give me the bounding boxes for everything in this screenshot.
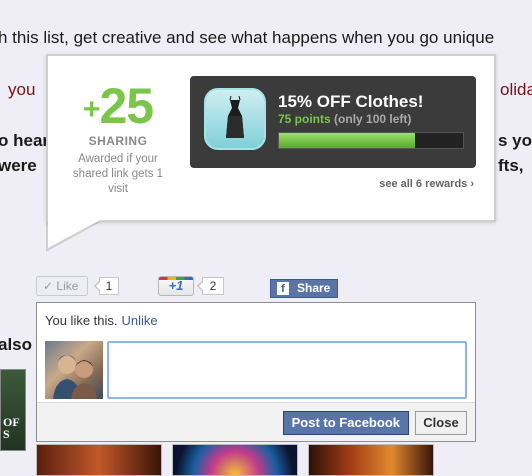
plusone-label: +1 — [168, 278, 184, 293]
points-category: SHARING — [88, 134, 148, 148]
reward-cost: 75 points (only 100 left) — [278, 112, 412, 126]
post-to-facebook-button[interactable]: Post to Facebook — [282, 411, 409, 435]
plusone-count: 2 — [197, 277, 224, 295]
article-text-line: also — [0, 335, 33, 354]
points-summary: +25 SHARING Awarded if your shared link … — [68, 80, 168, 197]
reward-progress-fill — [279, 133, 416, 148]
article-text-line: s yo — [498, 131, 532, 150]
reward-card[interactable]: 15% OFF Clothes! 75 points (only 100 lef… — [190, 76, 476, 168]
article-thumbnail[interactable] — [308, 444, 434, 476]
share-label: Share — [297, 281, 331, 295]
article-thumbnail[interactable] — [36, 444, 162, 476]
reward-progress-bar — [278, 132, 464, 149]
facebook-share-button[interactable]: f Share — [270, 279, 338, 298]
facebook-comment-box: You like this. Unlike Post to Facebook Cl… — [36, 302, 476, 442]
article-text-line: you — [8, 80, 36, 99]
like-status: You like this. Unlike — [45, 313, 158, 328]
plusone-button[interactable]: +1 — [158, 276, 194, 296]
article-text-line: were — [0, 156, 37, 175]
unlike-link[interactable]: Unlike — [122, 313, 158, 328]
like-button[interactable]: ✓ Like — [36, 276, 88, 296]
dress-icon — [204, 88, 266, 150]
article-text-line: olida — [500, 80, 532, 99]
reward-popup: +25 SHARING Awarded if your shared link … — [46, 54, 496, 222]
article-text-line: fts, — [498, 156, 524, 175]
comment-box-footer: Post to Facebook Close — [37, 402, 475, 441]
like-count: 1 — [94, 277, 119, 295]
like-label: Like — [56, 279, 79, 293]
comment-input[interactable] — [107, 341, 467, 399]
article-thumbnail[interactable] — [172, 444, 298, 476]
points-value: +25 — [82, 78, 154, 134]
check-icon: ✓ — [43, 279, 54, 293]
article-thumbnail[interactable]: OF S — [0, 369, 26, 451]
like-status-text: You like this. — [45, 313, 118, 328]
close-button[interactable]: Close — [415, 411, 467, 435]
popup-pointer-fill — [48, 219, 102, 248]
article-text-line: h this list, get creative and see what h… — [0, 28, 495, 47]
avatar — [45, 341, 103, 399]
facebook-icon: f — [277, 282, 289, 295]
see-all-rewards-link[interactable]: see all 6 rewards › — [379, 178, 474, 190]
reward-title: 15% OFF Clothes! — [278, 92, 424, 111]
article-text-line: o hear — [0, 131, 50, 150]
points-description: Awarded if your shared link gets 1 visit — [72, 153, 164, 195]
